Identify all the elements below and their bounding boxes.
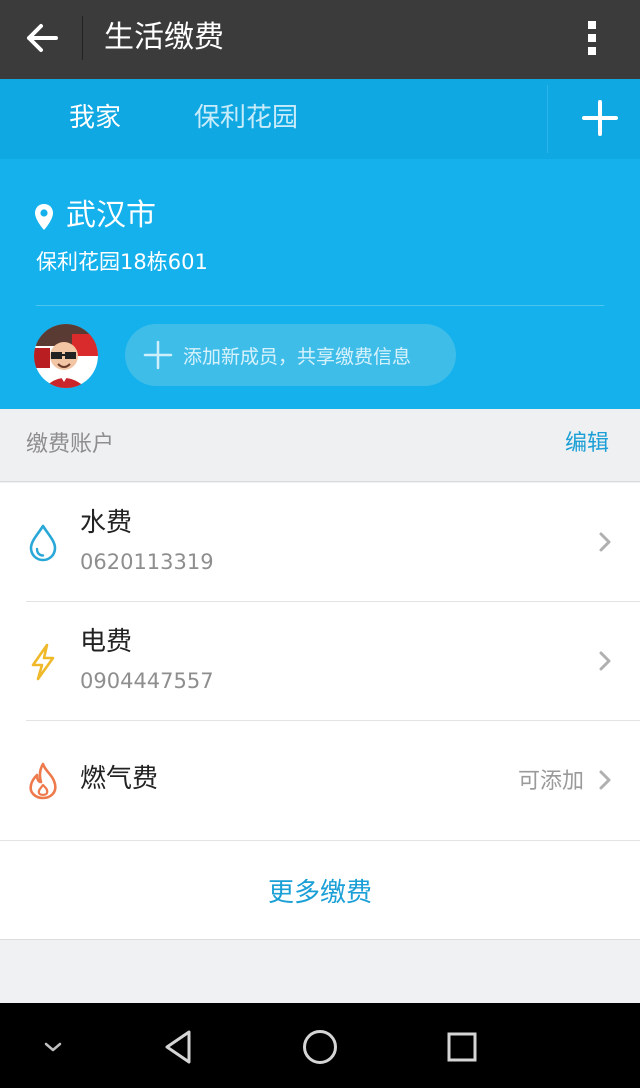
edit-button[interactable]: 编辑 xyxy=(565,428,609,460)
chevron-right-icon xyxy=(599,651,611,671)
list-item-water[interactable]: 水费 0620113319 xyxy=(0,483,640,602)
page-title: 生活缴费 xyxy=(104,20,224,55)
plus-icon xyxy=(582,100,618,136)
home-nav-button[interactable] xyxy=(292,1019,348,1075)
home-card: 武汉市 保利花园18栋601 添加新成员，共享缴费信息 xyxy=(0,159,640,409)
more-options-button[interactable] xyxy=(570,14,614,62)
triangle-back-icon xyxy=(165,1030,191,1064)
more-fees-button[interactable]: 更多缴费 xyxy=(0,840,640,940)
chevron-down-icon xyxy=(44,1042,62,1052)
account-number: 0620113319 xyxy=(80,550,214,574)
system-nav-bar xyxy=(0,1003,640,1088)
home-tabs: 我家 保利花园 xyxy=(0,79,640,159)
more-fees-label: 更多缴费 xyxy=(267,877,372,908)
list-item-electricity[interactable]: 电费 0904447557 xyxy=(0,602,640,721)
add-hint: 可添加 xyxy=(517,769,584,794)
account-name: 水费 xyxy=(80,508,133,538)
water-drop-icon xyxy=(29,524,57,562)
title-divider xyxy=(82,16,83,60)
list-item-gas[interactable]: 燃气费 可添加 xyxy=(0,721,640,840)
tab-separator xyxy=(547,85,548,153)
arrow-left-icon xyxy=(27,24,58,52)
add-home-button[interactable] xyxy=(568,86,632,150)
account-name: 电费 xyxy=(80,627,133,657)
section-title: 缴费账户 xyxy=(26,432,115,457)
accounts-list: 水费 0620113319 电费 0904447557 燃气费 可添加 xyxy=(0,483,640,840)
back-nav-button[interactable] xyxy=(150,1019,206,1075)
flame-icon xyxy=(29,762,57,800)
add-member-label: 添加新成员，共享缴费信息 xyxy=(183,345,412,368)
tab-my-home[interactable]: 我家 xyxy=(69,98,121,138)
location-pin-icon xyxy=(35,204,53,230)
more-vertical-icon xyxy=(588,21,596,55)
card-divider xyxy=(36,305,604,306)
collapse-button[interactable] xyxy=(25,1019,81,1075)
circle-home-icon xyxy=(303,1030,337,1064)
tab-poly-garden[interactable]: 保利花园 xyxy=(194,98,298,138)
app-bar: 生活缴费 xyxy=(0,0,640,79)
recents-nav-button[interactable] xyxy=(434,1019,490,1075)
square-recents-icon xyxy=(447,1032,477,1062)
avatar[interactable] xyxy=(34,324,98,388)
lightning-icon xyxy=(31,643,55,681)
account-name: 燃气费 xyxy=(80,764,159,794)
back-button[interactable] xyxy=(16,14,68,62)
city-name: 武汉市 xyxy=(66,198,156,233)
home-address: 保利花园18栋601 xyxy=(36,250,208,274)
chevron-right-icon xyxy=(599,770,611,790)
account-number: 0904447557 xyxy=(80,669,214,693)
add-member-button[interactable]: 添加新成员，共享缴费信息 xyxy=(125,324,456,386)
chevron-right-icon xyxy=(599,532,611,552)
plus-icon xyxy=(143,340,173,370)
accounts-section-header: 缴费账户 编辑 xyxy=(0,409,640,482)
user-avatar-image xyxy=(34,324,98,388)
